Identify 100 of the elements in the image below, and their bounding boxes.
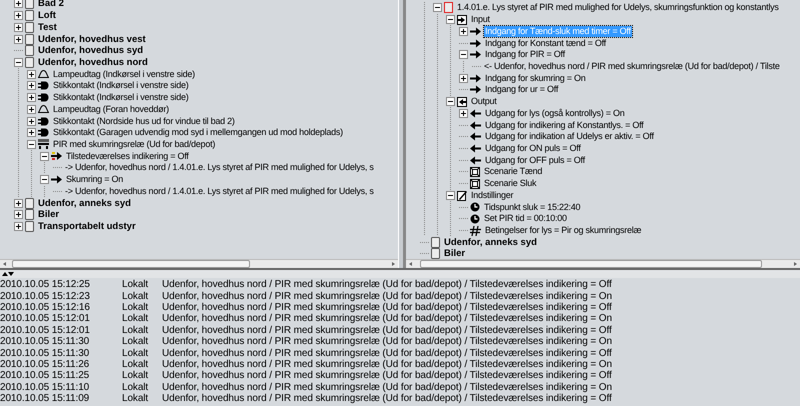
plug-icon [38,93,49,102]
scrollbar-thumb[interactable] [420,260,762,268]
plug-icon [38,128,49,138]
tree-item[interactable]: PIR med skumringsrelæ (Ud for bad/depot) [52,138,216,150]
tree-item[interactable]: Udgang for indikering af Konstantlys. = Off [484,120,644,131]
source-cell-text: Lokalt [122,279,150,290]
time-cell-text: 2010.10.05 15:11:10 [0,382,90,393]
collapse-icon[interactable] [27,140,36,149]
expand-icon[interactable] [459,74,468,83]
tree-item[interactable]: Skumring = On [65,174,124,186]
time-cell-text: 2010.10.05 15:11:30 [0,336,90,348]
time-cell-text: 2010.10.05 15:12:25 [0,279,91,290]
tree-item[interactable]: Stikkontakt (Indkørsel i venstre side) [52,92,190,104]
expand-icon[interactable] [14,198,23,208]
collapse-icon[interactable] [40,152,49,161]
tree-item[interactable]: Stikkontakt (Indkørsel i venstre side) [52,80,190,92]
tree-item[interactable]: Indgang for ur = Off [484,84,560,96]
tree-item[interactable]: Biler [443,248,466,259]
hash-icon [470,226,481,236]
source-cell-text: Lokalt [122,324,150,336]
expand-icon[interactable] [27,93,36,102]
expand-icon[interactable] [27,70,36,79]
expand-icon[interactable] [459,26,468,36]
sensor-icon [38,139,49,150]
tree-item[interactable]: Tilstedeværelses indikering = Off [65,150,190,162]
time-cell-text: 2010.10.05 15:12:01 [0,324,91,336]
tree-item[interactable]: Udenfor, hovedhus nord [37,56,149,68]
tree-item[interactable]: Input [470,14,491,26]
collapse-icon[interactable] [459,50,468,60]
tree-item[interactable]: Lampeudtag (Indkørsel i venstre side) [52,68,196,80]
tree-item[interactable]: Udgang for ON puls = Off [484,142,582,154]
expand-icon[interactable] [459,108,468,118]
expand-icon[interactable] [27,116,36,126]
tree-item[interactable]: Udenfor, hovedhus vest [37,34,147,45]
tree-item[interactable]: <- Udenfor, hovedhus nord / PIR med skumringsrelæ (Ud for bad/depot) / Tilste [483,60,781,72]
tree-item[interactable]: Indgang for PIR = Off [484,49,566,60]
time-cell-text: 2010.10.05 15:11:30 [0,348,90,359]
expand-icon[interactable] [14,22,23,32]
tree-item[interactable]: Biler [37,209,60,220]
tree-item[interactable]: Loft [37,10,57,22]
source-cell-text: Lokalt [122,290,150,302]
collapse-icon[interactable] [446,15,455,24]
tree-item[interactable]: Udenfor, anneks syd [37,198,132,209]
message-cell: Udenfor, hovedhus nord / PIR med skumringsrelæ (Ud for bad/depot) / Tilstedeværelses indikering = On [162,313,612,324]
tree-item[interactable]: Lampeudtag (Foran hoveddør) [52,104,170,115]
input-icon [457,14,467,25]
tree-item[interactable]: Udenfor, anneks syd [443,236,538,248]
clock-icon [470,202,480,212]
right-arrow-icon [470,50,481,60]
collapse-icon[interactable] [14,58,23,67]
door-icon [25,221,34,232]
message-cell: Udenfor, hovedhus nord / PIR med skumringsrelæ (Ud for bad/depot) / Tilstedeværelses indikering = Off [162,302,612,313]
collapse-icon[interactable] [40,175,49,184]
message-cell: Udenfor, hovedhus nord / PIR med skumringsrelæ (Ud for bad/depot) / Tilstedeværelses indikering = Off [162,348,612,359]
tree-item[interactable]: Udgang for lys (også kontrollys) = On [484,108,626,119]
tree-item[interactable]: Indgang for skumring = On [484,72,587,84]
message-cell: Udenfor, hovedhus nord / PIR med skumringsrelæ (Ud for bad/depot) / Tilstedeværelses indikering = Off [162,324,612,336]
scrollbar-thumb[interactable] [12,260,250,268]
tree-item[interactable]: Set PIR tid = 00:10:00 [483,213,568,224]
tree-item[interactable]: Udenfor, hovedhus syd [37,45,144,56]
scene-icon [470,178,480,189]
tree-item[interactable]: Indgang for Konstant tænd = Off [484,38,607,49]
tree-item[interactable]: Scenarie Sluk [483,178,538,190]
collapse-icon[interactable] [446,97,455,106]
tree-item[interactable]: Transportabelt udstyr [37,221,137,232]
source-cell-text: Lokalt [122,382,150,393]
collapse-icon[interactable] [446,190,455,200]
tree-item[interactable]: Udgang for indikation af Udelys er aktiv. = Off [484,131,655,142]
message-cell: Udenfor, hovedhus nord / PIR med skumringsrelæ (Ud for bad/depot) / Tilstedeværelses indikering = On [162,382,612,393]
expand-icon[interactable] [27,81,36,90]
door-icon [431,236,440,248]
tree-item[interactable]: Output [470,96,498,108]
tree-item[interactable]: Betingelser for lys = Pir og skumringsrelæ [484,225,642,236]
tree-item[interactable]: Test [37,22,58,33]
expand-icon[interactable] [14,34,23,44]
expand-icon[interactable] [27,128,36,138]
time-cell-text: 2010.10.05 15:11:09 [0,393,90,404]
module-icon [444,2,453,14]
expand-icon[interactable] [14,222,23,232]
time-cell-text: 2010.10.05 15:11:26 [0,358,90,370]
tree-item[interactable]: Indstillinger [470,190,514,201]
source-cell-text: Lokalt [122,302,150,313]
tree-item[interactable]: -> Udenfor, hovedhus nord / 1.4.01.e. Lys styret af PIR med mulighed for Udelys, s [64,162,375,174]
tree-item[interactable]: 1.4.01.e. Lys styret af PIR med mulighed for Udelys, skumringsfunktion og konstantlys [456,2,780,14]
tree-item[interactable]: Stikkontakt (Nordside hus ud for vindue til bad 2) [52,116,236,127]
expand-icon[interactable] [14,11,23,20]
sort-icon[interactable] [2,271,14,277]
collapse-icon[interactable] [433,3,442,12]
tree-item[interactable]: Udgang for OFF puls = Off [484,154,586,166]
message-cell: Udenfor, hovedhus nord / PIR med skumringsrelæ (Ud for bad/depot) / Tilstedeværelses indikering = Off [162,393,612,404]
source-cell-text: Lokalt [122,358,150,370]
expand-icon[interactable] [27,104,36,114]
tree-item[interactable]: Stikkontakt (Garagen udvendig mod syd i mellemgangen ud mod holdeplads) [52,127,344,138]
tree-item[interactable]: -> Udenfor, hovedhus nord / 1.4.01.e. Lys styret af PIR med mulighed for Udelys, s [64,186,375,197]
left-arrow-icon [470,132,481,142]
message-cell: Udenfor, hovedhus nord / PIR med skumringsrelæ (Ud for bad/depot) / Tilstedeværelses indikering = On [162,290,612,302]
expand-icon[interactable] [14,210,23,220]
expand-icon[interactable] [14,0,23,8]
tree-item[interactable]: Tidspunkt sluk = 15:22:40 [483,202,582,213]
tree-item[interactable]: Scenarie Tænd [483,166,544,178]
